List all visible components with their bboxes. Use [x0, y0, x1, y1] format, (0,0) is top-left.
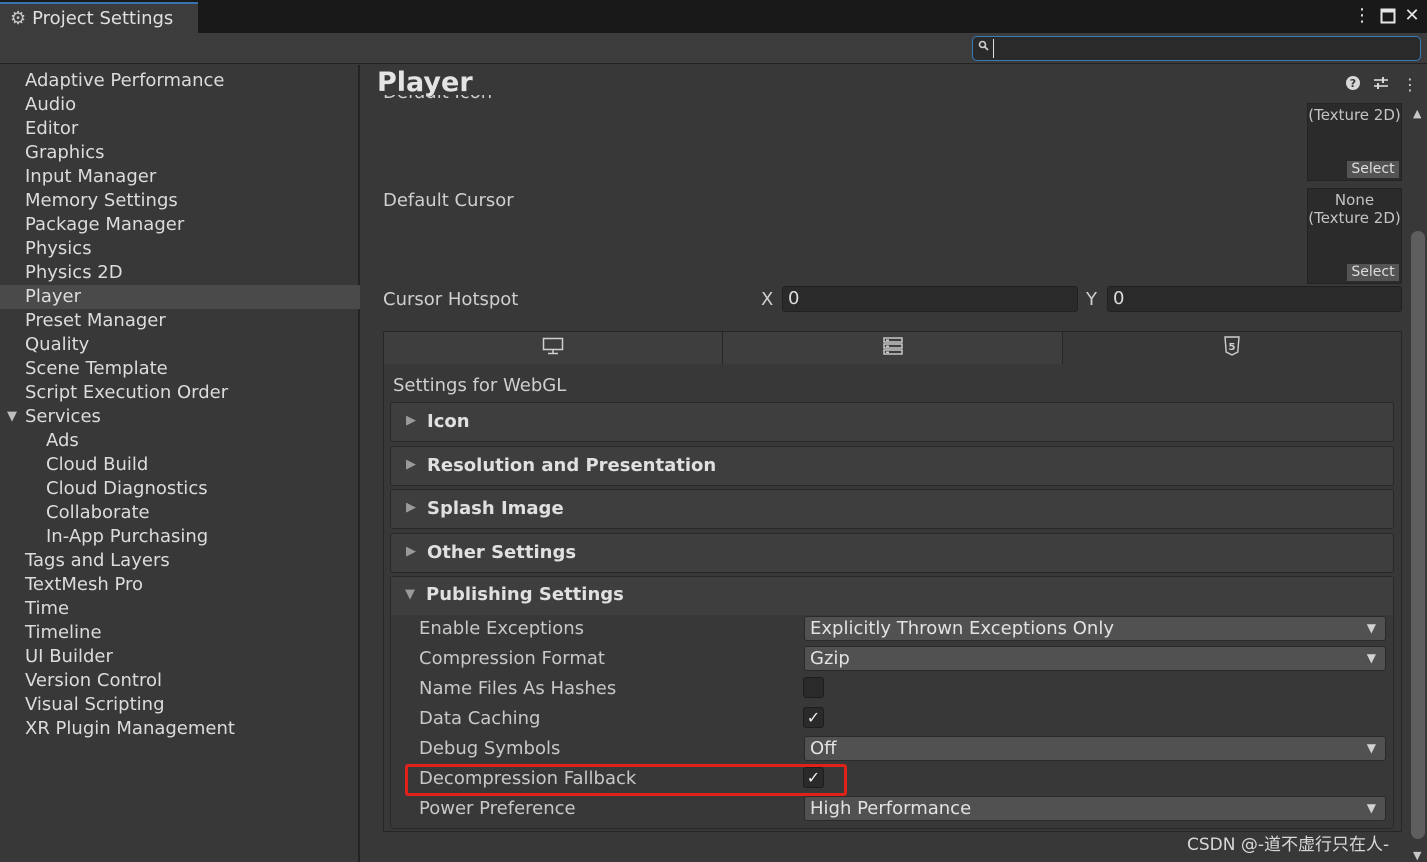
hotspot-y-label: Y: [1086, 289, 1097, 310]
sidebar-item-package-manager[interactable]: Package Manager: [0, 213, 360, 237]
default-cursor-texture-field[interactable]: None (Texture 2D) Select: [1307, 188, 1402, 284]
collapsed-arrow-icon: ▶: [406, 413, 416, 428]
maximize-icon[interactable]: [1376, 4, 1400, 28]
sidebar-item-editor[interactable]: Editor: [0, 117, 360, 141]
search-input[interactable]: [993, 39, 1413, 58]
cursor-hotspot-label: Cursor Hotspot: [383, 289, 519, 310]
hotspot-y-field[interactable]: 0: [1107, 286, 1402, 312]
sidebar-item-preset-manager[interactable]: Preset Manager: [0, 309, 360, 333]
settings-for-label: Settings for WebGL: [393, 375, 567, 396]
scroll-up-arrow-icon[interactable]: ▲: [1413, 107, 1421, 120]
project-settings-tab[interactable]: ⚙ Project Settings: [0, 2, 198, 33]
section-splash-image[interactable]: ▶ Splash Image: [390, 489, 1394, 529]
power-preference-label: Power Preference: [419, 798, 576, 819]
enable-exceptions-label: Enable Exceptions: [419, 618, 584, 639]
enable-exceptions-dropdown[interactable]: Explicitly Thrown Exceptions Only ▼: [804, 616, 1386, 641]
data-caching-label: Data Caching: [419, 708, 541, 729]
select-texture-button[interactable]: Select: [1347, 161, 1399, 178]
tab-standalone[interactable]: [384, 332, 723, 364]
sidebar-item-ui-builder[interactable]: UI Builder: [0, 645, 360, 669]
name-files-as-hashes-label: Name Files As Hashes: [419, 678, 617, 699]
default-cursor-label: Default Cursor: [383, 190, 514, 211]
sidebar-item-collaborate[interactable]: Collaborate: [0, 501, 360, 525]
search-box[interactable]: [972, 36, 1421, 61]
sidebar-item-input-manager[interactable]: Input Manager: [0, 165, 360, 189]
hotspot-x-field[interactable]: 0: [782, 286, 1078, 312]
sidebar-item-player[interactable]: Player: [0, 285, 360, 309]
compression-format-label: Compression Format: [419, 648, 605, 669]
sidebar-item-version-control[interactable]: Version Control: [0, 669, 360, 693]
svg-text:5: 5: [1229, 342, 1236, 353]
search-icon: [978, 40, 989, 54]
watermark: CSDN @-道不虚行只在人-: [1187, 835, 1390, 855]
sidebar-item-services[interactable]: ▼ Services: [0, 405, 360, 429]
window-titlebar: ⚙ Project Settings ⋮ ✕: [0, 0, 1427, 33]
sidebar-item-quality[interactable]: Quality: [0, 333, 360, 357]
hotspot-x-label: X: [761, 289, 774, 310]
gear-icon: ⚙: [10, 8, 27, 29]
name-files-as-hashes-checkbox[interactable]: [803, 677, 824, 698]
dropdown-caret-icon: ▼: [1366, 801, 1376, 815]
section-icon[interactable]: ▶ Icon: [390, 402, 1394, 442]
sidebar-item-script-execution-order[interactable]: Script Execution Order: [0, 381, 360, 405]
settings-toolbar: [0, 33, 1427, 64]
sidebar-item-cloud-diagnostics[interactable]: Cloud Diagnostics: [0, 477, 360, 501]
sidebar-item-time[interactable]: Time: [0, 597, 360, 621]
collapsed-arrow-icon: ▶: [406, 457, 416, 472]
vertical-scrollbar[interactable]: ▲ ▼: [1409, 105, 1427, 862]
sidebar-item-memory-settings[interactable]: Memory Settings: [0, 189, 360, 213]
publishing-settings-header[interactable]: ▼ Publishing Settings: [391, 577, 1393, 615]
close-icon[interactable]: ✕: [1400, 4, 1424, 28]
sidebar-item-textmesh-pro[interactable]: TextMesh Pro: [0, 573, 360, 597]
sidebar-item-scene-template[interactable]: Scene Template: [0, 357, 360, 381]
preset-sliders-icon[interactable]: [1371, 75, 1391, 95]
tab-dedicated-server[interactable]: [723, 332, 1063, 364]
sidebar-item-ads[interactable]: Ads: [0, 429, 360, 453]
tab-webgl[interactable]: 5: [1063, 332, 1401, 364]
scrollbar-thumb[interactable]: [1411, 231, 1425, 839]
compression-format-dropdown[interactable]: Gzip ▼: [804, 646, 1386, 671]
more-options-icon[interactable]: ⋮: [1400, 75, 1420, 95]
expand-arrow-icon[interactable]: ▼: [7, 405, 17, 429]
settings-sidebar: Adaptive Performance Audio Editor Graphi…: [0, 65, 360, 862]
dropdown-caret-icon: ▼: [1366, 621, 1376, 635]
monitor-icon: [542, 337, 564, 359]
collapsed-arrow-icon: ▶: [406, 544, 416, 559]
sidebar-item-xr-plugin-management[interactable]: XR Plugin Management: [0, 717, 360, 741]
sidebar-item-audio[interactable]: Audio: [0, 93, 360, 117]
platform-tabs: 5: [383, 331, 1402, 365]
expanded-arrow-icon: ▼: [405, 587, 415, 602]
sidebar-item-tags-and-layers[interactable]: Tags and Layers: [0, 549, 360, 573]
sidebar-item-cloud-build[interactable]: Cloud Build: [0, 453, 360, 477]
section-other-settings[interactable]: ▶ Other Settings: [390, 533, 1394, 573]
red-highlight-box: [405, 764, 847, 796]
scroll-down-arrow-icon[interactable]: ▼: [1413, 849, 1421, 862]
dropdown-caret-icon: ▼: [1366, 741, 1376, 755]
sidebar-item-in-app-purchasing[interactable]: In-App Purchasing: [0, 525, 360, 549]
section-resolution-and-presentation[interactable]: ▶ Resolution and Presentation: [390, 446, 1394, 486]
svg-text:?: ?: [1350, 77, 1356, 90]
sidebar-item-physics[interactable]: Physics: [0, 237, 360, 261]
more-options-icon[interactable]: ⋮: [1350, 4, 1374, 28]
collapsed-arrow-icon: ▶: [406, 500, 416, 515]
default-icon-label: Default Icon: [383, 95, 493, 104]
sidebar-item-adaptive-performance[interactable]: Adaptive Performance: [0, 69, 360, 93]
html5-icon: 5: [1224, 336, 1240, 360]
tab-title: Project Settings: [32, 8, 174, 29]
debug-symbols-label: Debug Symbols: [419, 738, 561, 759]
data-caching-checkbox[interactable]: ✓: [803, 707, 824, 728]
sidebar-item-timeline[interactable]: Timeline: [0, 621, 360, 645]
player-settings-panel: Player ? ⋮ Default Icon (Texture 2D) Sel…: [362, 65, 1427, 862]
page-title: Player: [377, 67, 473, 98]
help-icon[interactable]: ?: [1343, 75, 1363, 95]
sidebar-item-physics-2d[interactable]: Physics 2D: [0, 261, 360, 285]
select-texture-button[interactable]: Select: [1347, 264, 1399, 281]
default-icon-texture-field[interactable]: (Texture 2D) Select: [1307, 103, 1402, 181]
sidebar-item-graphics[interactable]: Graphics: [0, 141, 360, 165]
sidebar-item-visual-scripting[interactable]: Visual Scripting: [0, 693, 360, 717]
server-icon: [882, 337, 903, 359]
dropdown-caret-icon: ▼: [1366, 651, 1376, 665]
debug-symbols-dropdown[interactable]: Off ▼: [804, 736, 1386, 761]
power-preference-dropdown[interactable]: High Performance ▼: [804, 796, 1386, 821]
